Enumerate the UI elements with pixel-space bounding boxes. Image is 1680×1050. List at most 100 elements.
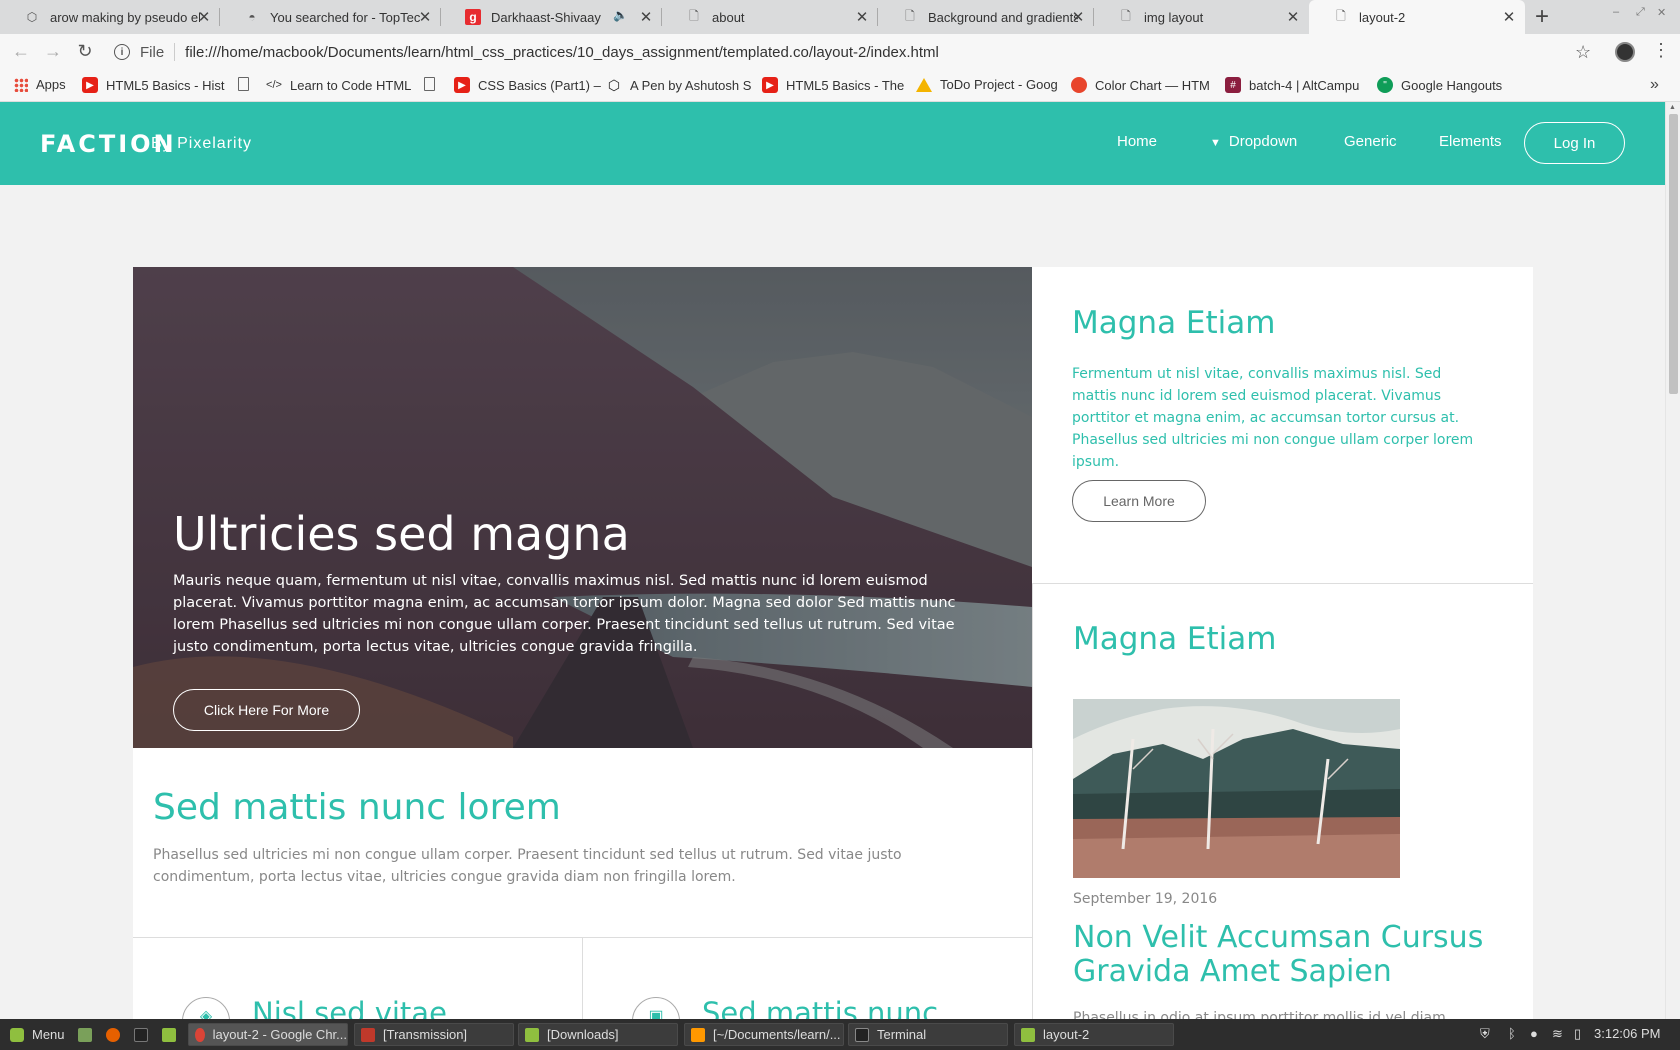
save-icon: ▣ bbox=[632, 997, 680, 1019]
bookmark-item[interactable] bbox=[238, 77, 257, 91]
drive-icon bbox=[916, 77, 932, 92]
taskbar-window-files[interactable]: layout-2 bbox=[1014, 1023, 1174, 1046]
firefox-icon[interactable] bbox=[100, 1023, 128, 1046]
tab-4[interactable]: 🗋 about ✕ bbox=[662, 0, 878, 34]
mint-logo-icon bbox=[10, 1027, 24, 1042]
bookmark-item[interactable]: </> Learn to Code HTML bbox=[266, 77, 411, 93]
post-title[interactable]: Non Velit Accumsan Cursus Gravida Amet S… bbox=[1073, 921, 1513, 989]
folder-icon bbox=[1021, 1027, 1035, 1042]
tab-3[interactable]: g Darkhaast-Shivaay 🔈 ✕ bbox=[441, 0, 662, 34]
menu-kebab-icon[interactable]: ⋮ bbox=[1652, 40, 1670, 61]
taskbar-window-chrome[interactable]: layout-2 - Google Chr... bbox=[188, 1023, 348, 1046]
bookmark-item[interactable]: ▶ HTML5 Basics - Hist bbox=[82, 77, 224, 93]
transmission-icon bbox=[361, 1027, 375, 1042]
close-window-icon[interactable]: ✕ bbox=[1657, 6, 1666, 19]
feature-title: Nisl sed vitae bbox=[252, 996, 447, 1019]
gaana-icon: g bbox=[465, 9, 481, 25]
scroll-up-icon[interactable]: ▲ bbox=[1669, 104, 1676, 111]
taskbar-window-sublime[interactable]: [~/Documents/learn/... bbox=[684, 1023, 844, 1046]
bookmark-item[interactable]: ⬡ A Pen by Ashutosh S bbox=[606, 76, 752, 93]
close-icon[interactable]: ✕ bbox=[196, 8, 212, 26]
url-scheme: File bbox=[140, 43, 165, 61]
codepen-icon: ⬡ bbox=[607, 76, 621, 93]
scrollbar-thumb[interactable] bbox=[1669, 114, 1678, 394]
terminal-launcher-icon[interactable] bbox=[128, 1023, 156, 1046]
bookmark-item[interactable]: ▶ CSS Basics (Part1) – bbox=[454, 77, 601, 93]
bookmark-apps[interactable]: Apps bbox=[14, 77, 66, 92]
bookmark-item[interactable]: # batch-4 | AltCampu bbox=[1225, 77, 1359, 93]
nav-dropdown[interactable]: ▼ Dropdown bbox=[1210, 133, 1297, 150]
tab-2[interactable]: ◓ You searched for - TopTech ✕ bbox=[220, 0, 441, 34]
folder-icon bbox=[525, 1027, 539, 1042]
new-tab-button[interactable]: + bbox=[1535, 3, 1549, 31]
bluetooth-icon[interactable]: ᛒ bbox=[1508, 1026, 1516, 1041]
clock[interactable]: 3:12:06 PM bbox=[1594, 1026, 1661, 1041]
chrome-icon bbox=[195, 1027, 205, 1042]
tab-7-active[interactable]: 🗋 layout-2 ✕ bbox=[1309, 0, 1525, 34]
site-logo-subtitle: By Pixelarity bbox=[151, 135, 253, 152]
click-here-button[interactable]: Click Here For More bbox=[173, 689, 360, 731]
profile-avatar[interactable] bbox=[1615, 42, 1635, 62]
youtube-icon: ▶ bbox=[762, 77, 778, 93]
page-icon bbox=[424, 77, 435, 91]
bookmark-item[interactable] bbox=[424, 77, 443, 91]
nav-elements[interactable]: Elements bbox=[1439, 133, 1502, 150]
close-icon[interactable]: ✕ bbox=[1501, 8, 1517, 26]
codepen-icon: ⬡ bbox=[26, 10, 38, 24]
card-title: Magna Etiam bbox=[1072, 305, 1276, 341]
tab-5[interactable]: 🗋 Background and gradients ✕ bbox=[878, 0, 1094, 34]
minimize-icon[interactable]: – bbox=[1613, 6, 1619, 18]
bookmark-item[interactable]: " Google Hangouts bbox=[1377, 77, 1502, 93]
post-date: September 19, 2016 bbox=[1073, 891, 1218, 907]
files-launcher-icon[interactable] bbox=[156, 1023, 184, 1046]
login-button[interactable]: Log In bbox=[1524, 122, 1625, 164]
magna-etiam-card: Magna Etiam Fermentum ut nisl vitae, con… bbox=[1032, 267, 1533, 583]
speaker-icon[interactable]: 🔈 bbox=[613, 8, 628, 22]
user-icon[interactable]: ● bbox=[1530, 1026, 1538, 1041]
page-icon: 🗋 bbox=[689, 8, 699, 23]
close-icon[interactable]: ✕ bbox=[1285, 8, 1301, 26]
tab-title: Background and gradients bbox=[928, 9, 1078, 25]
taskbar-window-terminal[interactable]: Terminal bbox=[848, 1023, 1008, 1046]
info-icon[interactable]: i bbox=[114, 44, 130, 60]
bookmark-item[interactable]: Color Chart — HTM bbox=[1071, 77, 1210, 93]
tab-title: You searched for - TopTech bbox=[270, 9, 420, 25]
taskbar-window-transmission[interactable]: [Transmission] bbox=[354, 1023, 514, 1046]
forward-icon[interactable]: → bbox=[42, 41, 64, 62]
feature-title: Sed mattis nunc bbox=[702, 996, 939, 1019]
show-desktop-icon[interactable] bbox=[72, 1023, 100, 1046]
bookmark-item[interactable]: ToDo Project - Goog bbox=[916, 77, 1058, 92]
close-icon[interactable]: ✕ bbox=[854, 8, 870, 26]
wifi-icon[interactable]: ≋ bbox=[1552, 1026, 1563, 1042]
tab-strip: ⬡ arow making by pseudo ele ✕ ◓ You sear… bbox=[0, 0, 1680, 34]
tab-title: layout-2 bbox=[1359, 9, 1406, 25]
nav-home[interactable]: Home bbox=[1117, 133, 1157, 150]
learn-more-button[interactable]: Learn More bbox=[1072, 480, 1206, 522]
back-icon[interactable]: ← bbox=[10, 41, 32, 62]
address-bar[interactable]: i File file:///home/macbook/Documents/le… bbox=[114, 40, 939, 64]
close-icon[interactable]: ✕ bbox=[1070, 8, 1086, 26]
tab-6[interactable]: 🗋 img layout ✕ bbox=[1094, 0, 1309, 34]
close-icon[interactable]: ✕ bbox=[417, 8, 433, 26]
card-title: Magna Etiam bbox=[1073, 621, 1277, 657]
more-bookmarks-icon[interactable]: » bbox=[1650, 76, 1659, 94]
page-icon: 🗋 bbox=[1121, 8, 1131, 23]
nav-generic[interactable]: Generic bbox=[1344, 133, 1397, 150]
tab-1[interactable]: ⬡ arow making by pseudo ele ✕ bbox=[0, 0, 220, 34]
page-scrollbar[interactable]: ▲ bbox=[1665, 102, 1680, 1019]
bookmark-item[interactable]: ▶ HTML5 Basics - The bbox=[762, 77, 904, 93]
battery-icon[interactable]: ▯ bbox=[1574, 1026, 1581, 1042]
reload-icon[interactable]: ↻ bbox=[74, 41, 96, 62]
site-header: FACTION By Pixelarity Home ▼ Dropdown Gen… bbox=[0, 102, 1665, 185]
bookmark-star-icon[interactable]: ☆ bbox=[1575, 42, 1591, 63]
shield-icon[interactable]: ⛨ bbox=[1480, 1026, 1490, 1042]
chevron-down-icon: ▼ bbox=[1210, 137, 1221, 149]
colorchart-icon bbox=[1071, 77, 1087, 93]
terminal-icon bbox=[855, 1027, 869, 1042]
url-text[interactable]: file:///home/macbook/Documents/learn/htm… bbox=[185, 44, 939, 61]
birch-field-image[interactable] bbox=[1073, 699, 1400, 878]
restore-icon[interactable]: ⤢ bbox=[1636, 6, 1645, 19]
start-menu-button[interactable]: Menu bbox=[4, 1023, 65, 1046]
close-icon[interactable]: ✕ bbox=[638, 8, 654, 26]
taskbar-window-downloads[interactable]: [Downloads] bbox=[518, 1023, 678, 1046]
